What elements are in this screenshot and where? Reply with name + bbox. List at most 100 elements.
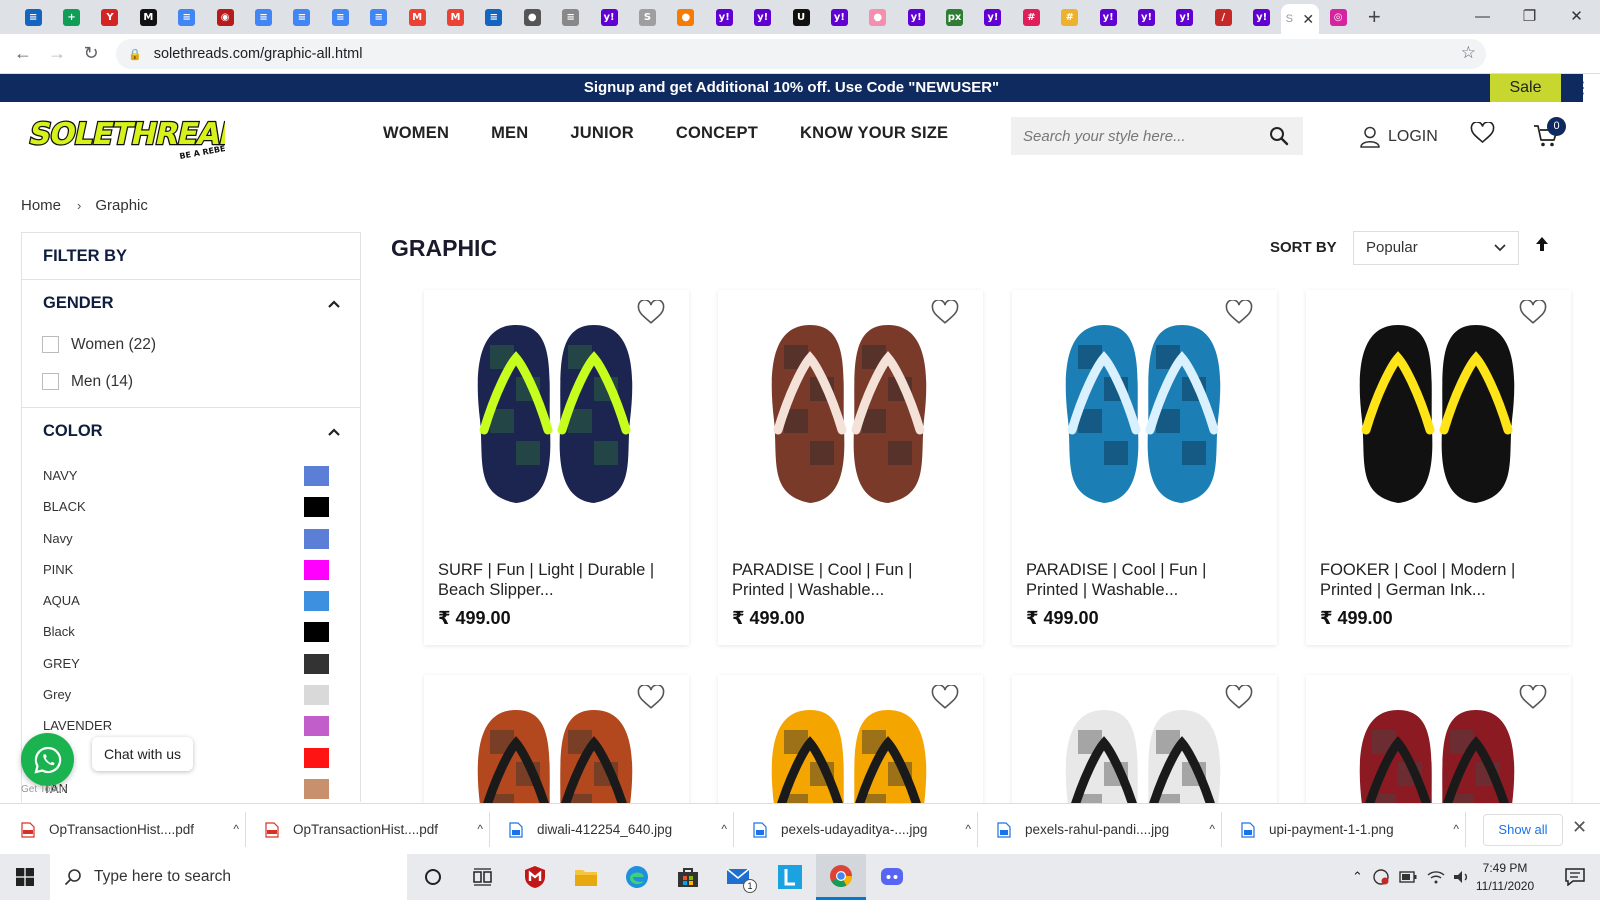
breadcrumb-home[interactable]: Home <box>21 197 61 214</box>
nav-know-your-size[interactable]: KNOW YOUR SIZE <box>800 124 948 143</box>
browser-tab[interactable]: + <box>52 0 90 34</box>
reload-button[interactable]: ↻ <box>74 43 108 64</box>
color-swatch[interactable] <box>304 622 329 643</box>
browser-tab[interactable]: ≡ <box>244 0 282 34</box>
color-swatch[interactable] <box>304 497 329 518</box>
nav-men[interactable]: MEN <box>491 124 528 143</box>
browser-tab[interactable]: ≡ <box>168 0 206 34</box>
browser-tab[interactable]: M <box>436 0 474 34</box>
browser-tab[interactable]: M <box>398 0 436 34</box>
mcafee-tray-icon[interactable] <box>1373 869 1389 885</box>
nav-junior[interactable]: JUNIOR <box>570 124 634 143</box>
chevron-up-icon[interactable] <box>328 280 340 326</box>
product-card[interactable] <box>718 675 983 888</box>
color-option[interactable]: Grey <box>22 679 360 710</box>
nav-concept[interactable]: CONCEPT <box>676 124 758 143</box>
color-swatch[interactable] <box>304 747 329 768</box>
chat-with-us-label[interactable]: Chat with us <box>92 737 194 771</box>
browser-tab[interactable]: / <box>1204 0 1242 34</box>
browser-tab[interactable]: ≡ <box>475 0 513 34</box>
product-name[interactable]: PARADISE | Cool | Fun | Printed | Washab… <box>732 560 967 600</box>
color-option[interactable]: GREY <box>22 648 360 679</box>
volume-icon[interactable] <box>1453 870 1471 884</box>
product-card[interactable]: PARADISE | Cool | Fun | Printed | Washab… <box>718 290 983 645</box>
browser-tab[interactable]: y! <box>1243 0 1281 34</box>
download-options-caret-icon[interactable]: ^ <box>1209 804 1215 855</box>
url-bar[interactable]: 🔒 solethreads.com/graphic-all.html ☆ <box>116 39 1486 69</box>
chevron-up-icon[interactable] <box>328 408 340 454</box>
color-option[interactable]: BLACK <box>22 491 360 522</box>
product-card[interactable]: FOOKER | Cool | Modern | Printed | Germa… <box>1306 290 1571 645</box>
solethreads-logo[interactable]: SOLETHREADS BE A REBEL <box>20 114 269 166</box>
sort-direction-arrow-icon[interactable] <box>1535 236 1549 257</box>
browser-tab[interactable]: # <box>1051 0 1089 34</box>
browser-tab[interactable]: px <box>935 0 973 34</box>
browser-tab[interactable]: U <box>782 0 820 34</box>
browser-tab[interactable]: S <box>628 0 666 34</box>
login-link[interactable]: LOGIN <box>1360 126 1438 148</box>
close-tab-icon[interactable]: ✕ <box>1302 11 1314 28</box>
download-item[interactable]: OpTransactionHist....pdf ^ <box>265 804 483 855</box>
checkbox[interactable] <box>42 373 59 390</box>
bookmark-star-icon[interactable]: ☆ <box>1461 43 1476 63</box>
browser-tab[interactable]: M <box>129 0 167 34</box>
browser-tab[interactable]: ◉ <box>206 0 244 34</box>
product-card[interactable]: PARADISE | Cool | Fun | Printed | Washab… <box>1012 290 1277 645</box>
browser-tab[interactable]: ≡ <box>551 0 589 34</box>
product-card[interactable] <box>424 675 689 888</box>
product-image[interactable] <box>454 310 659 520</box>
color-swatch[interactable] <box>304 528 329 549</box>
product-name[interactable]: PARADISE | Cool | Fun | Printed | Washab… <box>1026 560 1261 600</box>
download-options-caret-icon[interactable]: ^ <box>477 804 483 855</box>
chrome-icon[interactable] <box>816 854 866 900</box>
color-swatch[interactable] <box>304 778 329 799</box>
browser-tab[interactable]: ≡ <box>283 0 321 34</box>
browser-tab[interactable]: y! <box>897 0 935 34</box>
download-item[interactable]: upi-payment-1-1.png ^ <box>1241 804 1459 855</box>
product-card[interactable] <box>1012 675 1277 888</box>
product-card[interactable] <box>1306 675 1571 888</box>
cortana-icon[interactable] <box>408 854 458 900</box>
color-filter-header[interactable]: COLOR <box>22 408 360 454</box>
search-input[interactable] <box>1023 127 1263 145</box>
color-option[interactable]: PINK <box>22 554 360 585</box>
whatsapp-chat-button[interactable] <box>21 733 74 786</box>
taskbar-clock[interactable]: 7:49 PM 11/11/2020 <box>1470 859 1540 895</box>
windows-start-button[interactable] <box>0 854 50 900</box>
color-swatch[interactable] <box>304 685 329 706</box>
forward-button[interactable]: → <box>40 43 74 64</box>
color-option[interactable]: NAVY <box>22 460 360 491</box>
restore-button[interactable]: ❐ <box>1506 0 1553 34</box>
color-swatch[interactable] <box>304 716 329 737</box>
search-icon[interactable] <box>1269 126 1289 151</box>
browser-tab[interactable]: ● <box>667 0 705 34</box>
color-swatch[interactable] <box>304 466 329 486</box>
product-image[interactable] <box>1042 310 1247 520</box>
sort-select[interactable]: Popular <box>1353 231 1519 265</box>
browser-tab[interactable]: Y <box>91 0 129 34</box>
browser-tab[interactable]: ● <box>859 0 897 34</box>
download-item[interactable]: pexels-udayaditya-....jpg ^ <box>753 804 971 855</box>
browser-tab[interactable]: y! <box>1166 0 1204 34</box>
gender-filter-header[interactable]: GENDER <box>22 280 360 326</box>
color-swatch[interactable] <box>304 591 329 612</box>
l-app-icon[interactable] <box>765 854 815 900</box>
browser-tab[interactable]: y! <box>1127 0 1165 34</box>
browser-tab[interactable]: y! <box>820 0 858 34</box>
tray-chevron-up-icon[interactable]: ⌃ <box>1352 869 1363 885</box>
browser-tab[interactable]: ≡ <box>321 0 359 34</box>
browser-tab[interactable]: y! <box>974 0 1012 34</box>
color-option[interactable]: LAVENDER <box>22 710 360 741</box>
color-option[interactable]: TAN <box>22 773 360 802</box>
download-item[interactable]: diwali-412254_640.jpg ^ <box>509 804 727 855</box>
battery-icon[interactable] <box>1399 871 1417 883</box>
product-name[interactable]: FOOKER | Cool | Modern | Printed | Germa… <box>1320 560 1555 600</box>
active-tab[interactable]: S ✕ <box>1280 4 1319 34</box>
filter-option-men[interactable]: Men (14) <box>22 363 360 400</box>
download-item[interactable]: pexels-rahul-pandi....jpg ^ <box>997 804 1215 855</box>
color-swatch[interactable] <box>304 653 329 674</box>
sale-button[interactable]: Sale <box>1490 74 1561 102</box>
color-option[interactable]: Black <box>22 616 360 647</box>
edge-icon[interactable] <box>612 854 662 900</box>
mcafee-icon[interactable] <box>510 854 560 900</box>
